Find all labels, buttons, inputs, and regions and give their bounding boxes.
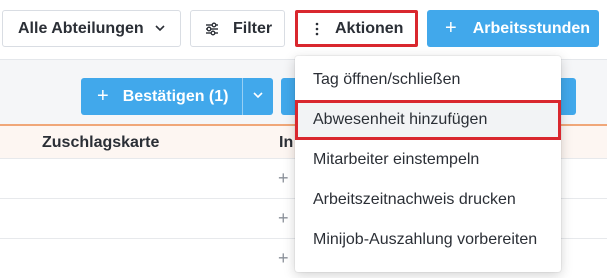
plus-icon: + — [97, 85, 109, 107]
more-vertical-icon — [315, 22, 319, 36]
add-hours-button-label: Arbeitsstunden — [472, 19, 591, 37]
add-hours-button[interactable]: + Arbeitsstunden — [427, 10, 599, 47]
menu-item-prepare-minijob-payout[interactable]: Minijob-Auszahlung vorbereiten — [295, 220, 561, 260]
actions-button[interactable]: Aktionen — [295, 10, 418, 47]
menu-item-print-timesheet[interactable]: Arbeitszeitnachweis drucken — [295, 180, 561, 220]
add-icon[interactable]: + — [278, 168, 289, 189]
add-icon[interactable]: + — [278, 248, 289, 269]
confirm-button[interactable]: + Bestätigen (1) — [81, 78, 273, 115]
actions-dropdown-menu: Tag öffnen/schließen Abwesenheit hinzufü… — [295, 56, 561, 272]
column-header-in[interactable]: In — [279, 134, 293, 152]
button-divider — [242, 78, 243, 115]
department-select[interactable]: Alle Abteilungen — [2, 10, 181, 47]
filter-button-label: Filter — [233, 19, 273, 37]
filter-button[interactable]: Filter — [190, 10, 285, 47]
actions-button-label: Aktionen — [335, 19, 404, 37]
add-icon[interactable]: + — [278, 208, 289, 229]
menu-item-add-absence[interactable]: Abwesenheit hinzufügen — [295, 100, 561, 140]
chevron-down-icon — [154, 22, 166, 34]
column-header-surcharge[interactable]: Zuschlagskarte — [42, 134, 159, 152]
chevron-down-icon[interactable] — [252, 89, 264, 101]
menu-item-toggle-day[interactable]: Tag öffnen/schließen — [295, 60, 561, 100]
sliders-icon — [205, 22, 219, 36]
toolbar: Alle Abteilungen Filter Aktionen + Arbei… — [0, 0, 607, 58]
department-select-label: Alle Abteilungen — [18, 19, 144, 37]
confirm-button-label: Bestätigen (1) — [122, 87, 229, 105]
plus-icon: + — [445, 17, 457, 39]
menu-item-clock-in-employee[interactable]: Mitarbeiter einstempeln — [295, 140, 561, 180]
